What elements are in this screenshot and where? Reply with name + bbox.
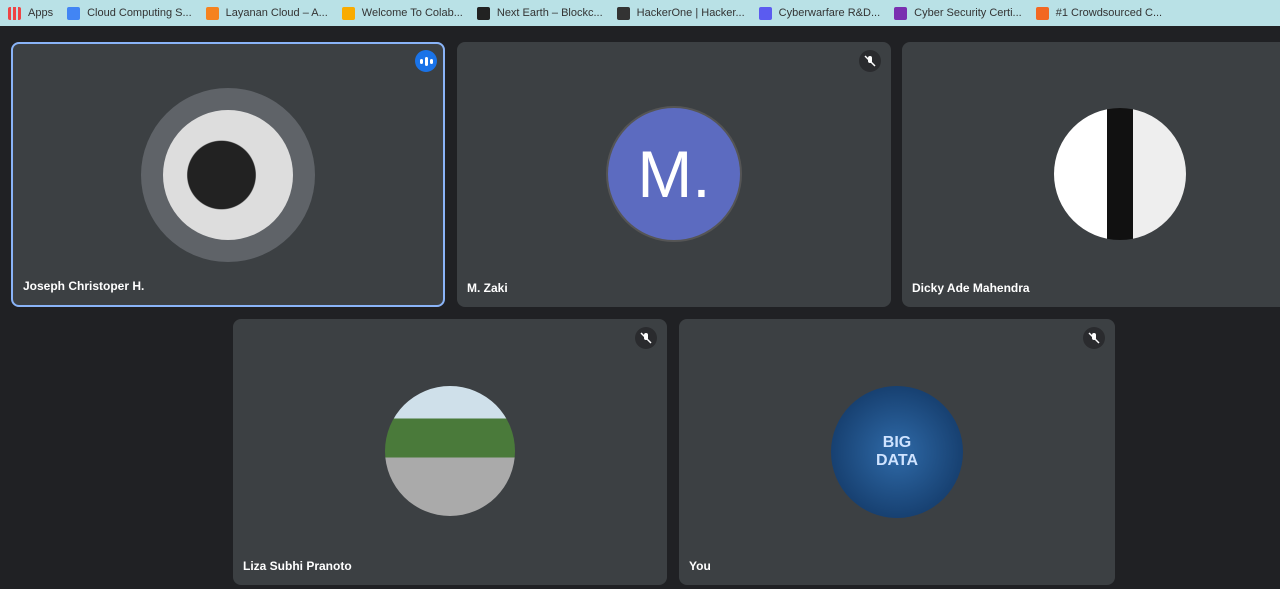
next-earth-icon: [476, 6, 490, 20]
bookmark-label: Layanan Cloud – A...: [225, 7, 328, 19]
google-cloud-icon: [67, 6, 81, 20]
bookmark-label: #1 Crowdsourced C...: [1055, 7, 1163, 19]
apps-grid-icon: [8, 6, 21, 20]
bookmark-item[interactable]: Next Earth – Blockc...: [476, 6, 603, 20]
mic-off-icon: [859, 50, 881, 72]
bookmark-item[interactable]: Welcome To Colab...: [341, 6, 463, 20]
bookmark-item[interactable]: Layanan Cloud – A...: [205, 6, 328, 20]
bookmark-label: HackerOne | Hacker...: [636, 7, 745, 19]
aws-cube-icon: [205, 6, 219, 20]
bookmark-label: Next Earth – Blockc...: [496, 7, 603, 19]
participant-tile-liza[interactable]: Liza Subhi Pranoto: [233, 319, 667, 585]
participant-name: You: [689, 559, 711, 573]
participant-name: Liza Subhi Pranoto: [243, 559, 352, 573]
bugcrowd-icon: [1035, 6, 1049, 20]
colab-icon: [341, 6, 355, 20]
bookmark-label: Cyberwarfare R&D...: [778, 7, 881, 19]
cyberwarfare-icon: [758, 6, 772, 20]
bookmark-label: Apps: [28, 7, 54, 19]
bookmark-label: Cyber Security Certi...: [914, 7, 1022, 19]
participant-tile-dicky[interactable]: Dicky Ade Mahendra: [902, 42, 1280, 307]
participant-tile-you[interactable]: BIG DATA You: [679, 319, 1115, 585]
participant-tile-joseph[interactable]: Joseph Christoper H.: [11, 42, 445, 307]
participant-tile-zaki[interactable]: M. M. Zaki: [457, 42, 891, 307]
bookmark-label: Cloud Computing S...: [87, 7, 192, 19]
hackerone-icon: [616, 6, 630, 20]
bookmark-item[interactable]: HackerOne | Hacker...: [616, 6, 745, 20]
avatar: [385, 386, 515, 516]
avatar: M.: [606, 106, 742, 242]
participant-name: Joseph Christoper H.: [23, 279, 145, 293]
speaking-indicator-icon: [415, 50, 437, 72]
bookmark-item[interactable]: Cyber Security Certi...: [894, 6, 1022, 20]
avatar: [1054, 108, 1186, 240]
participant-name: M. Zaki: [467, 281, 508, 295]
avatar: [163, 110, 293, 240]
bookmark-item[interactable]: Cloud Computing S...: [67, 6, 192, 20]
participant-name: Dicky Ade Mahendra: [912, 281, 1030, 295]
mic-off-icon: [635, 327, 657, 349]
shield-icon: [894, 6, 908, 20]
avatar: BIG DATA: [831, 386, 963, 518]
bookmark-item[interactable]: Cyberwarfare R&D...: [758, 6, 881, 20]
bookmark-item[interactable]: #1 Crowdsourced C...: [1035, 6, 1163, 20]
bookmark-item[interactable]: Apps: [8, 6, 54, 20]
bookmark-label: Welcome To Colab...: [361, 7, 463, 19]
bookmarks-bar: Apps Cloud Computing S... Layanan Cloud – …: [0, 0, 1280, 26]
mic-off-icon: [1083, 327, 1105, 349]
